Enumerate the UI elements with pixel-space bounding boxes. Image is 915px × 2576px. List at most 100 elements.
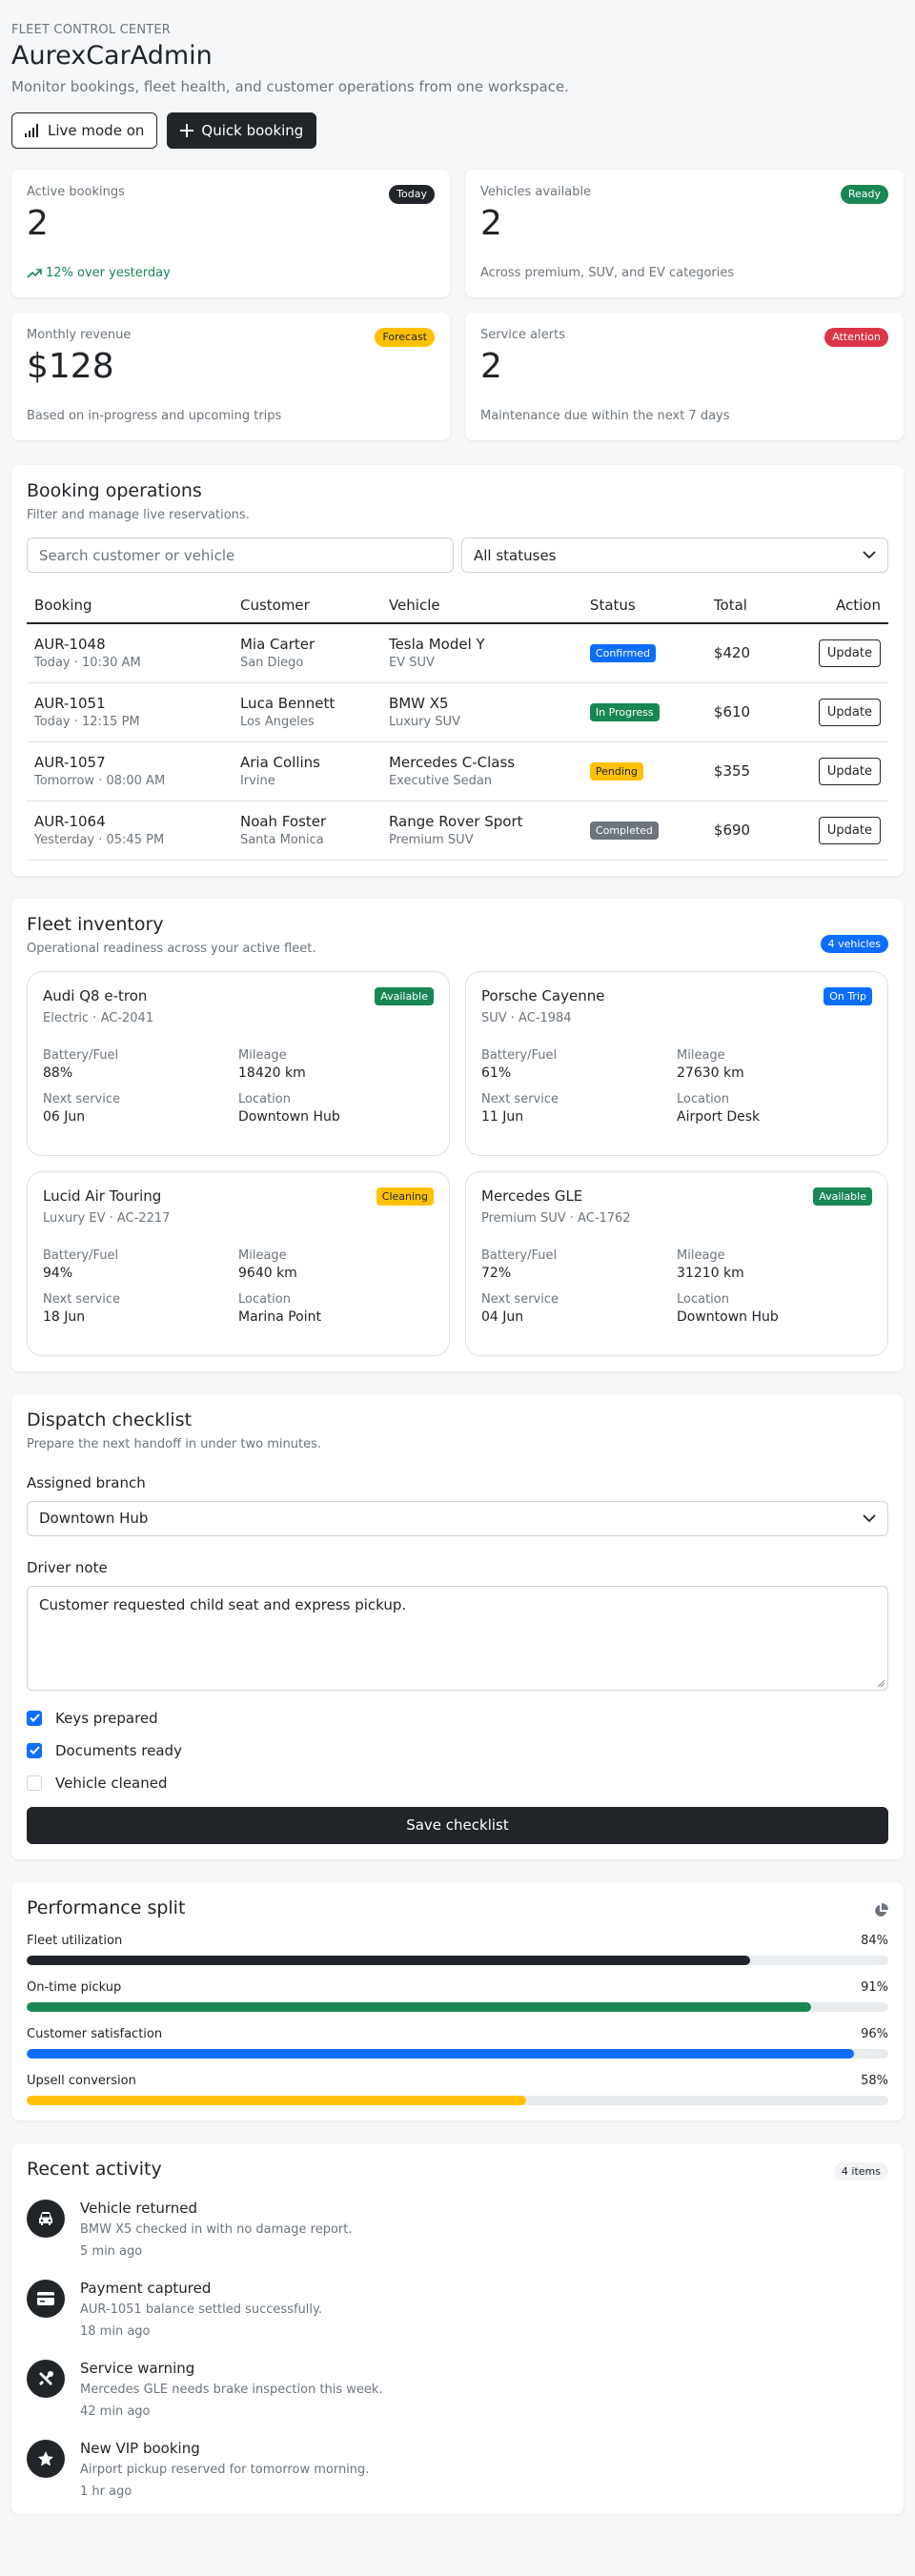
service-label: Next service [43, 1091, 120, 1106]
vehicle-card[interactable]: Porsche Cayenne SUV · AC-1984 On Trip Ba… [465, 970, 888, 1156]
booking-total: $690 [713, 821, 751, 839]
booking-time: Today · 10:30 AM [34, 656, 141, 671]
section-subtitle: Filter and manage live reservations. [27, 508, 250, 522]
col-customer: Customer [232, 588, 381, 624]
update-button[interactable]: Update [818, 757, 881, 785]
stat-vehicles-available: Vehicles available Ready 2 Across premiu… [465, 170, 904, 297]
checklist-item[interactable]: Keys prepared [27, 1710, 888, 1727]
branch-label: Assigned branch [27, 1473, 146, 1491]
status-badge: Today [389, 185, 435, 204]
status-select-value: All statuses [474, 546, 557, 564]
status-badge: Cleaning [376, 1187, 434, 1206]
service-value: 11 Jun [481, 1108, 524, 1125]
stat-note: 12% over yesterday [46, 266, 171, 280]
checklist-item[interactable]: Documents ready [27, 1742, 888, 1759]
checklist-item[interactable]: Vehicle cleaned [27, 1775, 888, 1792]
activity-time: 42 min ago [80, 2404, 151, 2419]
section-header: Performance split [27, 1897, 888, 1918]
table-header-row: Booking Customer Vehicle Status Total Ac… [27, 588, 888, 624]
credit-card-icon [27, 2279, 65, 2318]
status-badge: Available [813, 1187, 872, 1206]
service-value: 18 Jun [43, 1308, 86, 1325]
car-icon [27, 2199, 65, 2238]
vehicle-count-badge: 4 vehicles [820, 934, 888, 953]
live-mode-button[interactable]: Live mode on [11, 112, 158, 149]
section-title: Fleet inventory [27, 913, 164, 935]
quick-booking-button[interactable]: Quick booking [167, 112, 317, 149]
battery-value: 61% [481, 1065, 512, 1081]
save-checklist-button[interactable]: Save checklist [27, 1806, 888, 1844]
service-value: 04 Jun [481, 1308, 524, 1325]
mileage-value: 27630 km [677, 1065, 744, 1081]
stat-label: Active bookings [27, 185, 125, 199]
metric-row: Customer satisfaction 96% [27, 2027, 888, 2059]
progress-track [27, 2001, 888, 2012]
location-label: Location [238, 1091, 291, 1106]
activity-title: New VIP booking [80, 2439, 200, 2457]
metric-value: 84% [861, 1933, 888, 1948]
vehicle-name: Mercedes C-Class [388, 754, 516, 771]
customer-name: Mia Carter [239, 636, 315, 654]
trend-up-icon [27, 268, 42, 278]
vehicle-card[interactable]: Mercedes GLE Premium SUV · AC-1762 Avail… [465, 1170, 888, 1356]
vehicle-card[interactable]: Lucid Air Touring Luxury EV · AC-2217 Cl… [27, 1170, 450, 1356]
vehicle-type: Premium SUV [388, 833, 474, 847]
battery-value: 94% [43, 1265, 73, 1281]
vehicle-name: Tesla Model Y [388, 636, 485, 654]
activity-title: Vehicle returned [80, 2199, 198, 2217]
vehicle-meta: Luxury EV · AC-2217 [43, 1210, 171, 1226]
col-status: Status [581, 588, 706, 624]
driver-note-textarea[interactable]: Customer requested child seat and expres… [27, 1585, 888, 1691]
vehicle-name: Lucid Air Touring [43, 1187, 162, 1205]
metric-value: 58% [861, 2073, 888, 2088]
status-badge: On Trip [824, 986, 872, 1005]
battery-label: Battery/Fuel [43, 1047, 119, 1063]
status-badge: In Progress [589, 702, 660, 721]
search-input[interactable]: Search customer or vehicle [27, 538, 454, 573]
booking-time: Today · 12:15 PM [34, 715, 140, 729]
service-label: Next service [43, 1291, 120, 1307]
activity-item: Vehicle returned BMW X5 checked in with … [27, 2199, 888, 2259]
service-label: Next service [481, 1091, 559, 1106]
mileage-value: 18420 km [238, 1065, 306, 1081]
location-label: Location [238, 1291, 291, 1307]
booking-time: Tomorrow · 08:00 AM [34, 774, 166, 788]
booking-id: AUR-1051 [34, 695, 106, 712]
stat-value: $128 [27, 347, 114, 386]
location-label: Location [677, 1091, 729, 1106]
vehicle-card[interactable]: Audi Q8 e-tron Electric · AC-2041 Availa… [27, 970, 450, 1156]
progress-track [27, 2095, 888, 2105]
performance-split: Performance split Fleet utilization 84% O… [11, 1881, 904, 2120]
checkbox-unchecked[interactable] [27, 1775, 42, 1791]
status-select[interactable]: All statuses [461, 538, 888, 573]
col-vehicle: Vehicle [380, 588, 582, 624]
update-button[interactable]: Update [818, 639, 881, 667]
star-icon [27, 2439, 65, 2478]
chevron-down-icon [863, 551, 876, 559]
stat-note: Maintenance due within the next 7 days [480, 409, 730, 423]
stat-value: 2 [480, 347, 502, 386]
customer-city: San Diego [239, 656, 304, 671]
table-row: AUR-1057 Tomorrow · 08:00 AM Aria Collins… [27, 741, 888, 801]
stat-note: Across premium, SUV, and EV categories [480, 266, 735, 280]
section-title: Recent activity [27, 2158, 162, 2180]
stat-trend: 12% over yesterday [27, 266, 171, 280]
battery-label: Battery/Fuel [43, 1247, 119, 1263]
activity-time: 18 min ago [80, 2323, 151, 2339]
stat-active-bookings: Active bookings Today 2 12% over yesterd… [11, 170, 450, 297]
metric-value: 96% [861, 2026, 888, 2041]
vehicle-type: Executive Sedan [388, 774, 493, 788]
checkbox-checked[interactable] [27, 1710, 42, 1726]
update-button[interactable]: Update [818, 816, 881, 844]
metric-row: Fleet utilization 84% [27, 1934, 888, 1965]
col-total: Total [705, 588, 811, 624]
resize-handle-icon[interactable] [876, 1678, 885, 1688]
stat-value: 2 [27, 204, 49, 243]
section-header: Recent activity 4 items [27, 2159, 888, 2180]
branch-select[interactable]: Downtown Hub [27, 1500, 888, 1536]
booking-id: AUR-1064 [34, 813, 106, 830]
checkbox-checked[interactable] [27, 1742, 42, 1758]
update-button[interactable]: Update [818, 698, 881, 726]
activity-list: Vehicle returned BMW X5 checked in with … [27, 2199, 888, 2499]
location-value: Airport Desk [677, 1108, 761, 1125]
